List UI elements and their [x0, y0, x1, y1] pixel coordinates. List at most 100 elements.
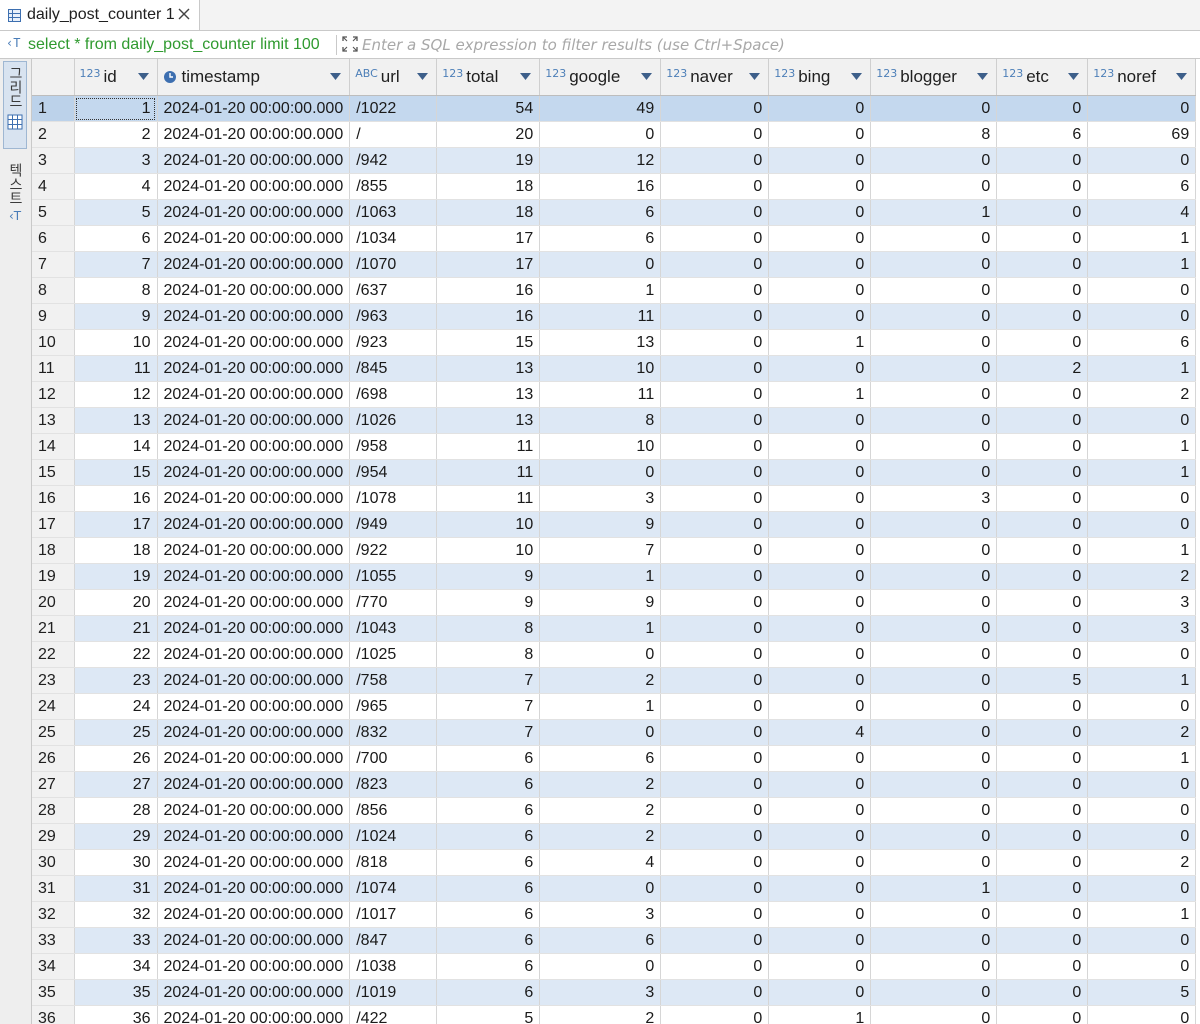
row-number[interactable]: 5: [32, 199, 75, 226]
cell-etc[interactable]: 0: [996, 797, 1089, 824]
table-row[interactable]: 3 3 2024-01-20 00:00:00.000/942 19 12 0 0 0 0 0: [32, 147, 1197, 174]
cell-google[interactable]: 6: [539, 745, 662, 772]
cell-url[interactable]: /823: [349, 771, 438, 798]
column-header-url[interactable]: ABC url: [349, 59, 438, 96]
cell-google[interactable]: 6: [539, 927, 662, 954]
cell-blogger[interactable]: 0: [870, 771, 998, 798]
table-row[interactable]: 13 13 2024-01-20 00:00:00.000/1026 13 8 0 0 0 0 0: [32, 407, 1197, 434]
cell-url[interactable]: /922: [349, 537, 438, 564]
cell-id[interactable]: 18: [74, 537, 158, 564]
cell-id[interactable]: 31: [74, 875, 158, 902]
cell-etc[interactable]: 0: [996, 1005, 1089, 1024]
cell-id[interactable]: 20: [74, 589, 158, 616]
cell-noref[interactable]: 2: [1087, 849, 1197, 876]
cell-noref[interactable]: 4: [1087, 199, 1197, 226]
cell-noref[interactable]: 69: [1087, 121, 1197, 148]
cell-timestamp[interactable]: 2024-01-20 00:00:00.000: [157, 303, 351, 330]
cell-naver[interactable]: 0: [660, 1005, 770, 1024]
row-number[interactable]: 3: [32, 147, 75, 174]
cell-timestamp[interactable]: 2024-01-20 00:00:00.000: [157, 979, 351, 1006]
cell-timestamp[interactable]: 2024-01-20 00:00:00.000: [157, 901, 351, 928]
table-row[interactable]: 25 25 2024-01-20 00:00:00.000/832 7 0 0 4 0 0 2: [32, 719, 1197, 746]
cell-etc[interactable]: 0: [996, 511, 1089, 538]
table-row[interactable]: 29 29 2024-01-20 00:00:00.000/1024 6 2 0 0 0 0 0: [32, 823, 1197, 850]
cell-timestamp[interactable]: 2024-01-20 00:00:00.000: [157, 589, 351, 616]
cell-timestamp[interactable]: 2024-01-20 00:00:00.000: [157, 537, 351, 564]
cell-bing[interactable]: 0: [768, 277, 872, 304]
cell-google[interactable]: 49: [539, 95, 662, 122]
cell-bing[interactable]: 0: [768, 823, 872, 850]
row-number[interactable]: 15: [32, 459, 75, 486]
cell-id[interactable]: 6: [74, 225, 158, 252]
cell-bing[interactable]: 0: [768, 251, 872, 278]
cell-timestamp[interactable]: 2024-01-20 00:00:00.000: [157, 225, 351, 252]
cell-timestamp[interactable]: 2024-01-20 00:00:00.000: [157, 199, 351, 226]
cell-blogger[interactable]: 1: [870, 875, 998, 902]
cell-url[interactable]: /758: [349, 667, 438, 694]
cell-id[interactable]: 34: [74, 953, 158, 980]
cell-google[interactable]: 3: [539, 901, 662, 928]
cell-naver[interactable]: 0: [660, 875, 770, 902]
cell-blogger[interactable]: 0: [870, 277, 998, 304]
cell-etc[interactable]: 0: [996, 381, 1089, 408]
cell-id[interactable]: 8: [74, 277, 158, 304]
cell-etc[interactable]: 0: [996, 849, 1089, 876]
row-number[interactable]: 14: [32, 433, 75, 460]
cell-google[interactable]: 11: [539, 303, 662, 330]
cell-etc[interactable]: 6: [996, 121, 1089, 148]
cell-total[interactable]: 8: [436, 615, 541, 642]
cell-etc[interactable]: 0: [996, 303, 1089, 330]
cell-etc[interactable]: 0: [996, 537, 1089, 564]
table-row[interactable]: 6 6 2024-01-20 00:00:00.000/1034 17 6 0 0 0 0 1: [32, 225, 1197, 252]
cell-url[interactable]: /1019: [349, 979, 438, 1006]
cell-url[interactable]: /818: [349, 849, 438, 876]
cell-id[interactable]: 25: [74, 719, 158, 746]
cell-timestamp[interactable]: 2024-01-20 00:00:00.000: [157, 459, 351, 486]
cell-noref[interactable]: 1: [1087, 667, 1197, 694]
cell-id[interactable]: 15: [74, 459, 158, 486]
cell-blogger[interactable]: 1: [870, 199, 998, 226]
cell-bing[interactable]: 0: [768, 537, 872, 564]
cell-bing[interactable]: 0: [768, 693, 872, 720]
table-row[interactable]: 15 15 2024-01-20 00:00:00.000/954 11 0 0 0 0 0 1: [32, 459, 1197, 486]
table-row[interactable]: 7 7 2024-01-20 00:00:00.000/1070 17 0 0 0 0 0 1: [32, 251, 1197, 278]
cell-total[interactable]: 15: [436, 329, 541, 356]
cell-etc[interactable]: 0: [996, 251, 1089, 278]
cell-timestamp[interactable]: 2024-01-20 00:00:00.000: [157, 407, 351, 434]
cell-total[interactable]: 10: [436, 537, 541, 564]
cell-bing[interactable]: 0: [768, 901, 872, 928]
row-number[interactable]: 22: [32, 641, 75, 668]
cell-naver[interactable]: 0: [660, 459, 770, 486]
table-row[interactable]: 27 27 2024-01-20 00:00:00.000/823 6 2 0 0 0 0 0: [32, 771, 1197, 798]
cell-blogger[interactable]: 0: [870, 901, 998, 928]
cell-noref[interactable]: 0: [1087, 147, 1197, 174]
cell-google[interactable]: 4: [539, 849, 662, 876]
cell-etc[interactable]: 0: [996, 771, 1089, 798]
row-number[interactable]: 17: [32, 511, 75, 538]
cell-url[interactable]: /1038: [349, 953, 438, 980]
row-number[interactable]: 6: [32, 225, 75, 252]
cell-naver[interactable]: 0: [660, 95, 770, 122]
cell-google[interactable]: 1: [539, 615, 662, 642]
cell-timestamp[interactable]: 2024-01-20 00:00:00.000: [157, 953, 351, 980]
cell-bing[interactable]: 0: [768, 459, 872, 486]
cell-timestamp[interactable]: 2024-01-20 00:00:00.000: [157, 381, 351, 408]
column-header-naver[interactable]: 123 naver: [660, 59, 770, 96]
cell-naver[interactable]: 0: [660, 953, 770, 980]
cell-total[interactable]: 6: [436, 849, 541, 876]
cell-total[interactable]: 17: [436, 251, 541, 278]
cell-etc[interactable]: 0: [996, 277, 1089, 304]
column-header-timestamp[interactable]: timestamp: [157, 59, 351, 96]
cell-naver[interactable]: 0: [660, 641, 770, 668]
sql-query-text[interactable]: select * from daily_post_counter limit 1…: [28, 36, 320, 54]
cell-id[interactable]: 12: [74, 381, 158, 408]
cell-noref[interactable]: 2: [1087, 381, 1197, 408]
cell-bing[interactable]: 0: [768, 433, 872, 460]
cell-timestamp[interactable]: 2024-01-20 00:00:00.000: [157, 173, 351, 200]
cell-blogger[interactable]: 0: [870, 329, 998, 356]
row-number[interactable]: 30: [32, 849, 75, 876]
cell-url[interactable]: /1022: [349, 95, 438, 122]
cell-google[interactable]: 12: [539, 147, 662, 174]
row-number[interactable]: 32: [32, 901, 75, 928]
cell-id[interactable]: 33: [74, 927, 158, 954]
